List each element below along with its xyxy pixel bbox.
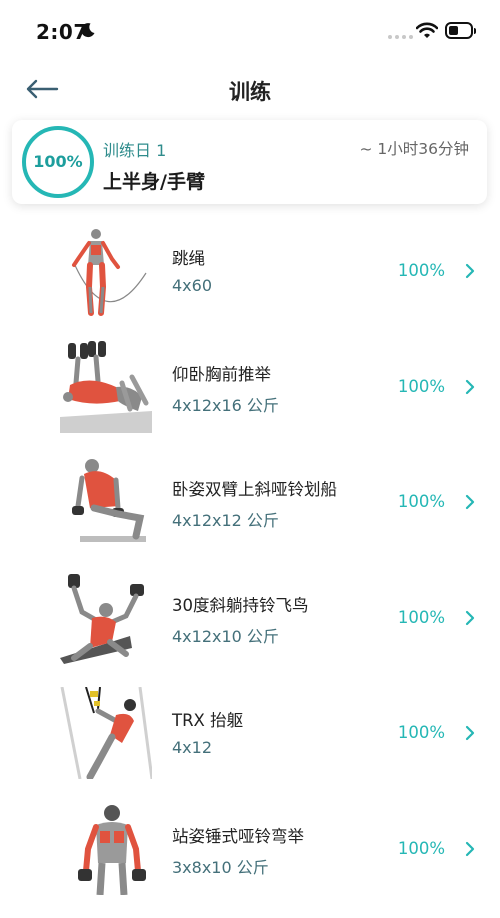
exercise-progress: 100% (398, 377, 445, 396)
status-bar: 2:07 (0, 0, 500, 64)
exercise-progress: 100% (398, 492, 445, 511)
training-day-card[interactable]: 100% 训练日 1 ~ 1小时36分钟 上半身/手臂 (12, 120, 487, 204)
exercise-sets: 4x12 (172, 738, 212, 757)
exercise-progress: 100% (398, 723, 445, 742)
hammer-curl-figure-icon (60, 803, 152, 895)
day-progress-ring: 100% (22, 126, 94, 198)
exercise-sets: 4x12x12 公斤 (172, 507, 279, 531)
signal-icon (388, 35, 413, 39)
exercise-list: 跳绳 4x60 100% 仰卧胸前推举 4x12x16 公斤 100% (0, 225, 500, 918)
exercise-name: 跳绳 (172, 245, 205, 269)
day-label: 训练日 1 (103, 137, 166, 161)
nav-bar: 训练 (0, 64, 500, 114)
wifi-icon (416, 22, 438, 39)
chevron-right-icon (464, 610, 476, 626)
exercise-row[interactable]: 仰卧胸前推举 4x12x16 公斤 100% (0, 341, 500, 457)
exercise-name: TRX 抬躯 (172, 707, 243, 731)
chevron-right-icon (464, 494, 476, 510)
exercise-row[interactable]: 卧姿双臂上斜哑铃划船 4x12x12 公斤 100% (0, 456, 500, 572)
day-name: 上半身/手臂 (103, 167, 205, 194)
exercise-row[interactable]: TRX 抬躯 4x12 100% (0, 687, 500, 803)
exercise-name: 仰卧胸前推举 (172, 361, 271, 385)
exercise-progress: 100% (398, 839, 445, 858)
trx-row-figure-icon (60, 687, 152, 779)
chevron-right-icon (464, 841, 476, 857)
day-progress-value: 100% (26, 130, 90, 194)
exercise-row[interactable]: 30度斜躺持铃飞鸟 4x12x10 公斤 100% (0, 572, 500, 688)
day-duration: ~ 1小时36分钟 (360, 137, 470, 159)
exercise-sets: 3x8x10 公斤 (172, 854, 269, 878)
exercise-row[interactable]: 跳绳 4x60 100% (0, 225, 500, 341)
page-title: 训练 (0, 76, 500, 106)
incline-row-figure-icon (60, 456, 152, 548)
exercise-sets: 4x12x16 公斤 (172, 392, 279, 416)
chevron-right-icon (464, 263, 476, 279)
exercise-name: 卧姿双臂上斜哑铃划船 (172, 476, 337, 500)
exercise-row[interactable]: 站姿锤式哑铃弯举 3x8x10 公斤 100% (0, 803, 500, 918)
chevron-right-icon (464, 379, 476, 395)
exercise-name: 30度斜躺持铃飞鸟 (172, 592, 309, 616)
incline-fly-figure-icon (60, 572, 152, 664)
jump-rope-figure-icon (60, 225, 152, 317)
exercise-sets: 4x60 (172, 276, 212, 295)
exercise-progress: 100% (398, 608, 445, 627)
exercise-name: 站姿锤式哑铃弯举 (172, 823, 304, 847)
moon-icon (80, 22, 96, 38)
chevron-right-icon (464, 725, 476, 741)
battery-icon (445, 22, 473, 39)
exercise-sets: 4x12x10 公斤 (172, 623, 279, 647)
chest-press-figure-icon (60, 341, 152, 433)
exercise-progress: 100% (398, 261, 445, 280)
